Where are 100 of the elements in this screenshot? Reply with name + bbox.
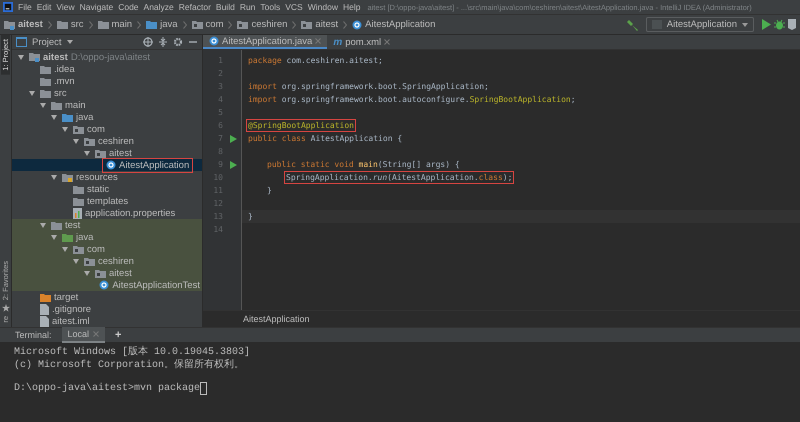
breadcrumb-item[interactable]: AitestApplication <box>365 19 436 30</box>
breadcrumb-item[interactable]: main <box>112 19 132 30</box>
expand-arrow-icon[interactable] <box>62 126 68 132</box>
breadcrumb-item[interactable]: src <box>70 19 84 30</box>
menu-item[interactable]: VCS <box>285 2 303 12</box>
terminal-output: D:\oppo-java\aitest>mvn package <box>14 383 200 394</box>
tree-item[interactable]: java <box>12 111 202 123</box>
tree-item[interactable]: aitest.iml <box>12 315 202 327</box>
tree-item[interactable]: resources <box>12 171 202 183</box>
tree-item-label: target <box>54 292 78 302</box>
expand-arrow-icon[interactable] <box>18 54 24 60</box>
menu-item[interactable]: Analyze <box>144 2 174 12</box>
project-folder-icon <box>4 20 15 30</box>
tree-item-label: ceshiren <box>98 256 134 266</box>
run-icon[interactable] <box>761 19 771 30</box>
tree-item[interactable]: AitestApplicationTest <box>12 279 202 291</box>
menu-item[interactable]: Tools <box>260 2 280 12</box>
breadcrumb-item[interactable]: java <box>160 19 178 30</box>
tree-item[interactable]: static <box>12 183 202 195</box>
menu-item[interactable]: View <box>56 2 75 12</box>
tree-item-label: src <box>54 88 67 98</box>
collapse-icon[interactable] <box>158 37 168 47</box>
tree-item[interactable]: java <box>12 231 202 243</box>
breadcrumb-item[interactable]: aitest <box>18 19 43 30</box>
menu-item[interactable]: Navigate <box>80 2 114 12</box>
menu-item[interactable]: File <box>18 2 32 12</box>
tree-item[interactable]: application.properties <box>12 207 202 219</box>
tree-item[interactable]: AitestApplication <box>12 159 202 171</box>
menu-item[interactable]: Edit <box>36 2 52 12</box>
expand-arrow-icon[interactable] <box>28 90 34 96</box>
tree-item-label: AitestApplication <box>119 160 190 170</box>
package-icon <box>301 20 312 29</box>
target-icon[interactable] <box>143 37 153 47</box>
menu-item[interactable]: Window <box>308 2 338 12</box>
file-icon <box>40 304 49 314</box>
terminal-output: (c) Microsoft Corporation。保留所有权利。 <box>14 358 244 371</box>
tree-item[interactable]: .gitignore <box>12 303 202 315</box>
tree-item[interactable]: src <box>12 87 202 99</box>
settings-icon[interactable] <box>173 37 183 47</box>
hammer-icon[interactable] <box>626 18 639 30</box>
chevron-icon <box>137 20 142 28</box>
tree-item[interactable]: ceshiren <box>12 135 202 147</box>
expand-arrow-icon[interactable] <box>72 258 78 264</box>
menu-item[interactable]: Code <box>118 2 139 12</box>
tree-item[interactable]: main <box>12 99 202 111</box>
breadcrumb-item[interactable]: ceshiren <box>251 19 288 30</box>
project-view-selector[interactable]: Project <box>32 36 62 48</box>
tree-item[interactable]: aitest <box>12 267 202 279</box>
expand-arrow-icon[interactable] <box>50 234 56 240</box>
close-icon[interactable] <box>384 39 390 45</box>
run-gutter-icon[interactable] <box>230 134 236 142</box>
tree-item[interactable]: com <box>12 123 202 135</box>
expand-arrow-icon[interactable] <box>40 222 46 228</box>
package-icon <box>84 256 95 266</box>
terminal-label: Terminal: <box>15 330 52 340</box>
run-configuration-dropdown[interactable]: AitestApplication <box>646 17 754 32</box>
coverage-icon[interactable] <box>788 19 796 30</box>
tree-item[interactable]: .idea <box>12 63 202 75</box>
run-gutter-icon[interactable] <box>230 160 236 168</box>
expand-arrow-icon[interactable] <box>50 174 56 180</box>
tree-item[interactable]: aitest <box>12 147 202 159</box>
tree-item[interactable]: .mvn <box>12 75 202 87</box>
new-terminal-button[interactable]: + <box>115 329 122 341</box>
code-line: import org.springframework.boot.autoconfigure.SpringBootApplication; <box>248 95 576 104</box>
tree-item[interactable]: com <box>12 243 202 255</box>
caret-icon[interactable] <box>66 40 73 44</box>
expand-arrow-icon[interactable] <box>62 246 68 252</box>
tree-item[interactable]: ceshiren <box>12 255 202 267</box>
tree-item-label: AitestApplicationTest <box>112 280 200 290</box>
tree-item-label: templates <box>87 196 128 206</box>
code-line: @SpringBootApplication <box>248 121 354 130</box>
tree-item[interactable]: aitest D:\oppo-java\aitest <box>12 51 202 63</box>
tree-item[interactable]: test <box>12 219 202 231</box>
bug-icon[interactable] <box>774 19 785 30</box>
folder-icon <box>51 100 62 110</box>
breadcrumb-item[interactable]: com <box>206 19 224 30</box>
editor-breadcrumb[interactable]: AitestApplication <box>243 314 310 324</box>
expand-arrow-icon[interactable] <box>50 114 56 120</box>
terminal-tab[interactable]: Local <box>62 327 106 343</box>
tree-item[interactable]: templates <box>12 195 202 207</box>
folder-icon <box>146 20 158 29</box>
menu-item[interactable]: Run <box>240 2 256 12</box>
breadcrumb-item[interactable]: aitest <box>315 19 338 30</box>
editor-tab[interactable]: m pom.xml <box>327 35 396 49</box>
menu-item[interactable]: Build <box>216 2 235 12</box>
tree-item[interactable]: target <box>12 291 202 303</box>
tree-item-label: .gitignore <box>52 304 92 314</box>
chevron-icon <box>48 20 52 28</box>
expand-arrow-icon[interactable] <box>84 150 90 156</box>
menu-item[interactable]: Refactor <box>178 2 211 12</box>
code-line: public class AitestApplication { <box>248 134 402 143</box>
menu-item[interactable]: Help <box>342 2 360 12</box>
tree-item-label: aitest <box>43 52 68 62</box>
expand-arrow-icon[interactable] <box>72 138 78 144</box>
folder-icon <box>56 20 68 29</box>
package-icon <box>95 268 106 278</box>
expand-arrow-icon[interactable] <box>84 270 90 276</box>
expand-arrow-icon[interactable] <box>40 102 46 108</box>
app-logo-icon <box>3 2 13 12</box>
editor-tab[interactable]: AitestApplication.java <box>203 35 328 49</box>
